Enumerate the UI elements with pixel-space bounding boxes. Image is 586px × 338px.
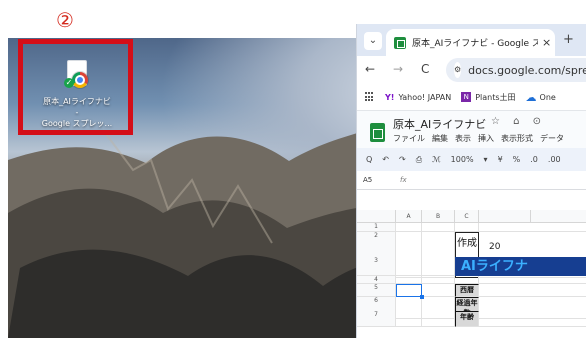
- document-title-icons[interactable]: ☆ ⌂ ⊙: [491, 116, 546, 127]
- browser-toolbar: ← → C ⚙ docs.google.com/spreads: [357, 56, 586, 84]
- percent-button[interactable]: %: [513, 155, 521, 164]
- row-number[interactable]: 1: [357, 223, 396, 232]
- apps-grid-icon[interactable]: [365, 92, 375, 102]
- zoom-select[interactable]: 100%: [451, 155, 474, 164]
- address-bar[interactable]: ⚙ docs.google.com/spreads: [446, 58, 586, 82]
- sheets-toolbar: Q ↶ ↷ ⎙ ℳ 100% ▾ ¥ % .0 .00: [357, 148, 586, 171]
- row-number[interactable]: 3: [357, 257, 396, 276]
- back-button[interactable]: ←: [365, 62, 375, 76]
- site-info-icon[interactable]: ⚙: [454, 62, 462, 78]
- search-icon[interactable]: Q: [366, 155, 372, 164]
- menu-item-edit[interactable]: 編集: [432, 133, 448, 144]
- formula-icon: fx: [400, 176, 407, 184]
- annotation-number: ②: [56, 8, 74, 32]
- menu-item-insert[interactable]: 挿入: [478, 133, 494, 144]
- ai-lifenavi-banner[interactable]: AIライフナ: [455, 257, 586, 276]
- undo-icon[interactable]: ↶: [382, 155, 389, 164]
- google-sheets-header: 原本_AIライフナビ ☆ ⌂ ⊙ ファイル 編集 表示 挿入 表示形式 データ: [357, 110, 586, 148]
- cloud-icon: ☁: [525, 90, 537, 104]
- yahoo-icon: Y!: [385, 92, 395, 102]
- active-tab[interactable]: 原本_AIライフナビ - Google スプレ ×: [386, 29, 555, 56]
- bookmarks-bar: Y! Yahoo! JAPAN N Plants土田 ☁ One: [357, 84, 586, 110]
- bookmark-plants[interactable]: N Plants土田: [461, 92, 516, 103]
- column-header-c[interactable]: C: [455, 210, 479, 223]
- table-row[interactable]: 1: [357, 223, 586, 232]
- row-number[interactable]: 4: [357, 276, 396, 284]
- formula-bar: A5 fx: [357, 171, 586, 190]
- table-row[interactable]: 2 作成日 20: [357, 232, 586, 278]
- active-cell-a5[interactable]: [396, 284, 424, 299]
- corner-cell[interactable]: [357, 210, 396, 223]
- table-row[interactable]: 5 西暦: [357, 284, 586, 299]
- chrome-browser-window[interactable]: ⌄ 原本_AIライフナビ - Google スプレ × + ← → C ⚙ do…: [356, 24, 586, 338]
- name-box[interactable]: A5: [357, 176, 400, 184]
- google-sheets-favicon-icon: [394, 36, 406, 49]
- reload-button[interactable]: C: [421, 62, 429, 76]
- increase-decimal-button[interactable]: .00: [548, 155, 561, 164]
- document-title[interactable]: 原本_AIライフナビ: [393, 116, 486, 132]
- tab-list-button[interactable]: ⌄: [364, 32, 382, 50]
- bookmark-yahoo[interactable]: Y! Yahoo! JAPAN: [385, 93, 451, 102]
- column-header-d[interactable]: [479, 210, 531, 223]
- table-row[interactable]: 6 経過年数: [357, 297, 586, 319]
- paint-format-icon[interactable]: ℳ: [432, 155, 441, 164]
- onenote-icon: N: [461, 92, 472, 102]
- row-number[interactable]: 5: [357, 284, 396, 297]
- menu-item-view[interactable]: 表示: [455, 133, 471, 144]
- age-label-cell[interactable]: 年齢: [455, 311, 479, 327]
- red-highlight-box: [18, 39, 133, 135]
- spreadsheet-grid[interactable]: A B C 1 2 作成日 20 3 AIライフナ 4 5 西暦 6 経過年数: [357, 210, 586, 338]
- row-number[interactable]: 7: [357, 311, 396, 327]
- column-header-row: A B C: [357, 210, 586, 223]
- new-tab-button[interactable]: +: [563, 32, 574, 47]
- close-icon[interactable]: ×: [542, 36, 551, 49]
- column-header-a[interactable]: A: [396, 210, 422, 223]
- decrease-decimal-button[interactable]: .0: [530, 155, 538, 164]
- bookmark-label[interactable]: Plants土田: [475, 92, 515, 103]
- chevron-down-icon[interactable]: ▾: [484, 155, 488, 164]
- menu-item-format[interactable]: 表示形式: [501, 133, 533, 144]
- print-icon[interactable]: ⎙: [416, 155, 422, 165]
- url-text[interactable]: docs.google.com/spreads: [468, 64, 586, 77]
- bookmark-label[interactable]: One: [540, 93, 556, 102]
- currency-button[interactable]: ¥: [498, 155, 503, 164]
- google-sheets-icon: [370, 123, 385, 142]
- redo-icon[interactable]: ↷: [399, 155, 406, 164]
- menu-item-file[interactable]: ファイル: [393, 133, 425, 144]
- forward-button[interactable]: →: [393, 62, 403, 76]
- column-header-b[interactable]: B: [422, 210, 455, 223]
- bookmark-label[interactable]: Yahoo! JAPAN: [398, 93, 451, 102]
- table-row[interactable]: 7 年齢: [357, 311, 586, 327]
- tab-strip: ⌄ 原本_AIライフナビ - Google スプレ × +: [357, 24, 586, 56]
- menu-item-data[interactable]: データ: [540, 133, 564, 144]
- column-header-e[interactable]: [531, 210, 586, 223]
- sheets-menu-bar: ファイル 編集 表示 挿入 表示形式 データ: [393, 133, 571, 144]
- western-year-label-cell[interactable]: 西暦: [455, 284, 479, 297]
- tab-title[interactable]: 原本_AIライフナビ - Google スプレ: [412, 36, 538, 49]
- table-row[interactable]: 4: [357, 276, 586, 284]
- table-row[interactable]: 3 AIライフナ: [357, 257, 586, 276]
- bookmark-onedrive[interactable]: ☁ One: [526, 91, 556, 104]
